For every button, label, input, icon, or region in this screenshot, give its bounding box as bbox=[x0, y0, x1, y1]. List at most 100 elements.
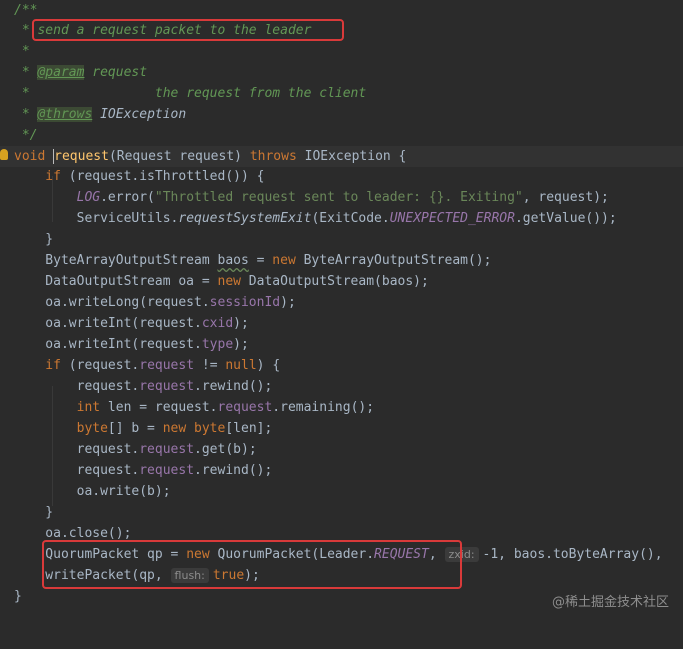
keyword: int bbox=[14, 400, 101, 415]
code-line[interactable]: ByteArrayOutputStream baos = new ByteArr… bbox=[0, 250, 683, 271]
code-line[interactable]: request.request.rewind(); bbox=[0, 376, 683, 397]
code-line[interactable]: LOG.error("Throttled request sent to lea… bbox=[0, 187, 683, 208]
code-text: request. bbox=[14, 442, 140, 457]
keyword: throws bbox=[249, 149, 297, 164]
code-text: } bbox=[14, 589, 22, 604]
parameter-hint: flush: bbox=[170, 568, 209, 583]
keyword: null bbox=[225, 358, 257, 373]
param-tag: @param bbox=[37, 65, 85, 80]
keyword: new bbox=[272, 253, 296, 268]
keyword: new bbox=[162, 421, 187, 436]
code-line[interactable]: DataOutputStream oa = new DataOutputStre… bbox=[0, 271, 683, 292]
code-line[interactable]: if (request.isThrottled()) { bbox=[0, 166, 683, 187]
throws-type: IOException bbox=[92, 107, 187, 122]
doc-comment-open: /** bbox=[14, 3, 38, 18]
code-line-current[interactable]: void request(Request request) throws IOE… bbox=[0, 146, 683, 167]
lightbulb-icon[interactable] bbox=[0, 149, 8, 160]
code-text: ); bbox=[233, 337, 249, 352]
code-line[interactable]: ServiceUtils.requestSystemExit(ExitCode.… bbox=[0, 208, 683, 229]
code-line[interactable]: * @param request bbox=[0, 62, 683, 83]
code-line[interactable]: if (request.request != null) { bbox=[0, 355, 683, 376]
code-text: (request.isThrottled()) { bbox=[60, 169, 265, 184]
method-name: request bbox=[53, 149, 109, 164]
field: request bbox=[139, 379, 195, 394]
code-text: .error( bbox=[100, 190, 155, 205]
code-text: .remaining(); bbox=[272, 400, 375, 415]
static-constant: UNEXPECTED_ERROR bbox=[389, 211, 515, 226]
code-text: (ExitCode. bbox=[311, 211, 390, 226]
code-text: oa.writeLong(request. bbox=[14, 295, 210, 310]
code-line[interactable]: /** bbox=[0, 0, 683, 21]
code-line[interactable]: * @throws IOException bbox=[0, 104, 683, 125]
code-line[interactable]: oa.writeInt(request.type); bbox=[0, 334, 683, 355]
code-text: .getValue()); bbox=[514, 211, 617, 226]
code-text: ); bbox=[244, 568, 260, 583]
field: type bbox=[201, 337, 234, 352]
code-line[interactable]: request.request.get(b); bbox=[0, 439, 683, 460]
code-line[interactable]: byte[] b = new byte[len]; bbox=[0, 418, 683, 439]
code-text: QuorumPacket(Leader. bbox=[209, 547, 375, 562]
code-text: oa.close(); bbox=[14, 526, 132, 541]
field: cxid bbox=[201, 316, 234, 331]
code-line[interactable]: int len = request.request.remaining(); bbox=[0, 397, 683, 418]
code-text: [] b = bbox=[107, 421, 163, 436]
watermark: @稀土掘金技术社区 bbox=[551, 595, 669, 610]
code-line[interactable]: */ bbox=[0, 125, 683, 146]
doc-star: * bbox=[14, 107, 38, 122]
code-line[interactable]: } bbox=[0, 502, 683, 523]
doc-comment-close: */ bbox=[14, 128, 38, 143]
code-text: IOException { bbox=[296, 149, 407, 164]
keyword: byte bbox=[14, 421, 108, 436]
code-text: ) { bbox=[256, 358, 281, 373]
code-text: DataOutputStream(baos); bbox=[240, 274, 429, 289]
keyword: byte bbox=[186, 421, 226, 436]
code-text: oa.writeInt(request. bbox=[14, 337, 202, 352]
keyword: true bbox=[212, 568, 245, 583]
code-text: ByteArrayOutputStream bbox=[14, 253, 218, 268]
code-text: -1, baos.toByteArray(), bbox=[482, 547, 663, 562]
field: request bbox=[139, 358, 195, 373]
code-editor[interactable]: /** * send a request packet to the leade… bbox=[0, 0, 683, 628]
code-text: ByteArrayOutputStream(); bbox=[295, 253, 492, 268]
field: request bbox=[217, 400, 273, 415]
keyword: new bbox=[217, 274, 241, 289]
keyword: new bbox=[186, 547, 210, 562]
code-text: (request. bbox=[60, 358, 140, 373]
field: request bbox=[139, 442, 195, 457]
code-line[interactable]: oa.writeLong(request.sessionId); bbox=[0, 292, 683, 313]
code-text: } bbox=[14, 505, 54, 520]
param-name: request bbox=[84, 65, 148, 80]
code-line[interactable]: writePacket(qp, flush: true); bbox=[0, 565, 683, 586]
code-line[interactable]: oa.close(); bbox=[0, 523, 683, 544]
doc-star: * bbox=[14, 65, 38, 80]
code-line[interactable]: * the request from the client bbox=[0, 83, 683, 104]
keyword: if bbox=[14, 169, 61, 184]
code-line[interactable]: * bbox=[0, 41, 683, 62]
code-line[interactable]: oa.writeInt(request.cxid); bbox=[0, 313, 683, 334]
doc-star: * bbox=[14, 44, 30, 59]
code-text: request. bbox=[14, 463, 140, 478]
code-text: ); bbox=[233, 316, 249, 331]
code-line[interactable]: } bbox=[0, 229, 683, 250]
code-line[interactable]: QuorumPacket qp = new QuorumPacket(Leade… bbox=[0, 544, 683, 565]
doc-star: * bbox=[14, 23, 38, 38]
code-text: writePacket(qp, bbox=[14, 568, 171, 583]
code-text: [len]; bbox=[225, 421, 273, 436]
param-description: the request from the client bbox=[29, 86, 367, 101]
code-text: .rewind(); bbox=[194, 379, 273, 394]
parameter-hint: zxid: bbox=[444, 547, 479, 562]
keyword: if bbox=[14, 358, 61, 373]
code-line[interactable]: * send a request packet to the leader bbox=[0, 20, 683, 41]
code-text: ); bbox=[280, 295, 296, 310]
keyword: void bbox=[14, 149, 54, 164]
doc-summary: send a request packet to the leader bbox=[37, 23, 312, 38]
static-field: LOG bbox=[14, 190, 101, 205]
code-line[interactable]: request.request.rewind(); bbox=[0, 460, 683, 481]
code-text: .get(b); bbox=[194, 442, 257, 457]
field: sessionId bbox=[209, 295, 281, 310]
code-text: , bbox=[428, 547, 445, 562]
code-text: QuorumPacket qp = bbox=[14, 547, 187, 562]
code-text: (Request request) bbox=[108, 149, 250, 164]
field: request bbox=[139, 463, 195, 478]
code-line[interactable]: oa.write(b); bbox=[0, 481, 683, 502]
